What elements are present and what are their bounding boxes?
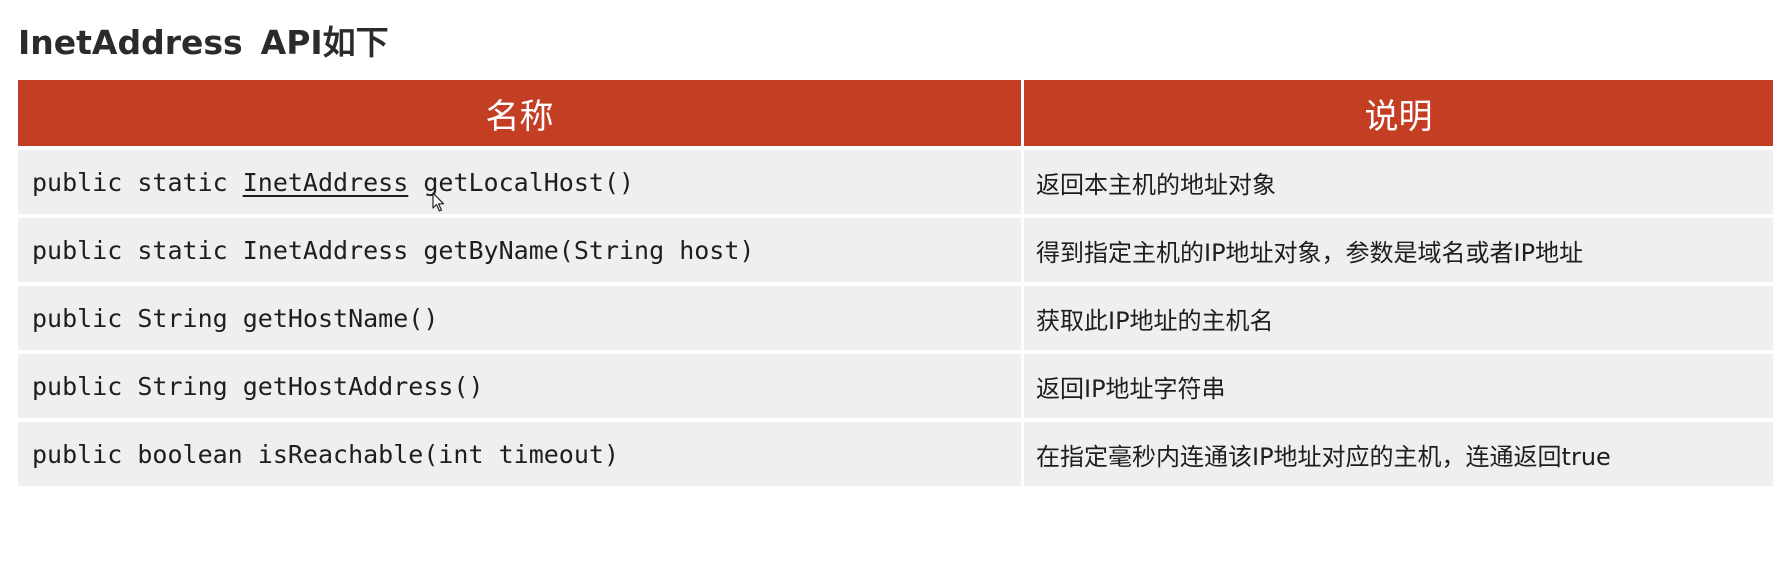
header-description: 说明 [1024, 80, 1773, 146]
table-header-row: 名称 说明 [18, 80, 1773, 146]
method-description: 得到指定主机的IP地址对象，参数是域名或者IP地址 [1024, 214, 1773, 282]
method-description: 获取此IP地址的主机名 [1024, 282, 1773, 350]
method-signature: public static InetAddress getLocalHost() [18, 146, 1024, 214]
method-signature: public static InetAddress getByName(Stri… [18, 214, 1024, 282]
inetaddress-type-link[interactable]: InetAddress [243, 168, 409, 197]
header-name: 名称 [18, 80, 1024, 146]
table-row: public String getHostAddress() 返回IP地址字符串 [18, 350, 1773, 418]
method-signature: public boolean isReachable(int timeout) [18, 418, 1024, 486]
table-row: public static InetAddress getByName(Stri… [18, 214, 1773, 282]
method-signature: public String getHostName() [18, 282, 1024, 350]
table-row: public boolean isReachable(int timeout) … [18, 418, 1773, 486]
method-signature: public String getHostAddress() [18, 350, 1024, 418]
table-row: public String getHostName() 获取此IP地址的主机名 [18, 282, 1773, 350]
title-suffix: API如下 [260, 23, 389, 62]
signature-prefix: public static [32, 167, 243, 197]
api-table: 名称 说明 public static InetAddress getLocal… [18, 80, 1773, 486]
method-description: 返回本主机的地址对象 [1024, 146, 1773, 214]
page-title: InetAddress API如下 [18, 16, 389, 64]
table-row: public static InetAddress getLocalHost()… [18, 146, 1773, 214]
title-class-name: InetAddress [18, 23, 243, 62]
method-description: 在指定毫秒内连通该IP地址对应的主机，连通返回true [1024, 418, 1773, 486]
mouse-pointer-icon [432, 192, 445, 212]
method-description: 返回IP地址字符串 [1024, 350, 1773, 418]
